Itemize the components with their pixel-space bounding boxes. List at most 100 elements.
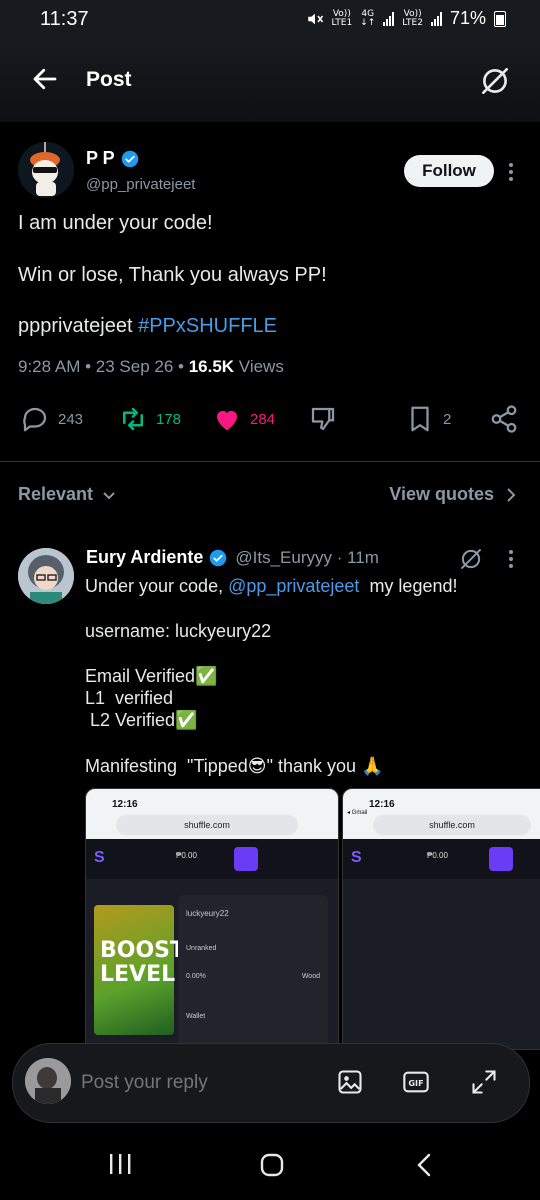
grok-icon[interactable]: [458, 546, 484, 572]
like-action[interactable]: 284: [212, 404, 275, 434]
url-bar: shuffle.com: [116, 815, 298, 835]
post-actions: 243 178 284 2: [0, 398, 540, 442]
author-name[interactable]: P P: [86, 148, 139, 169]
system-nav-bar: [0, 1126, 540, 1200]
post-text-line: Win or lose, Thank you always PP!: [18, 264, 327, 286]
back-icon[interactable]: [414, 1152, 434, 1178]
url-bar: shuffle.com: [373, 815, 531, 835]
divider: [0, 461, 540, 462]
bookmark-icon: [411, 406, 429, 432]
reply-composer[interactable]: GIF: [12, 1043, 530, 1123]
expand-icon[interactable]: [470, 1068, 498, 1096]
repost-count: 178: [156, 410, 182, 428]
mute-icon: [307, 13, 323, 24]
share-icon: [491, 405, 517, 433]
phone-time: 12:16: [369, 799, 395, 810]
post-timestamp: 9:28 AM • 23 Sep 26 •: [18, 357, 189, 376]
post-metadata: 9:28 AM • 23 Sep 26 • 16.5K Views: [18, 357, 284, 377]
reply-sort-row: Relevant View quotes: [0, 480, 540, 510]
sort-dropdown[interactable]: Relevant: [18, 484, 117, 505]
phone-time: 12:16: [112, 799, 138, 810]
promo-text: BOOST LEVEL: [100, 938, 186, 987]
reply-text-line: Email Verified✅: [85, 666, 218, 686]
status-time: 11:37: [40, 8, 89, 30]
views-count[interactable]: 16.5K: [189, 357, 234, 376]
repost-action[interactable]: 178: [118, 404, 181, 434]
follow-button[interactable]: Follow: [404, 155, 494, 187]
battery-icon: [494, 10, 506, 27]
more-options-icon[interactable]: [505, 548, 517, 570]
status-icons: Vo)) LTE1 4G ↓↑ Vo)) LTE2 71%: [306, 8, 506, 29]
status-bar: 11:37 Vo)) LTE1 4G ↓↑ Vo)) LTE2 71%: [0, 0, 540, 40]
panel-wallet: Wallet: [186, 1013, 206, 1020]
panel-username: luckyeury22: [186, 909, 229, 918]
reply-text-plain: Under your code,: [85, 576, 229, 596]
lte1-indicator: Vo)) LTE1: [331, 8, 353, 28]
wallet-icon: [234, 847, 258, 871]
lte2-indicator: Vo)) LTE2: [402, 8, 423, 28]
wallet-icon: [489, 847, 513, 871]
back-arrow-icon[interactable]: [30, 64, 60, 94]
post-text-plain: ppprivatejeet: [18, 315, 139, 337]
view-quotes-link[interactable]: View quotes: [389, 484, 518, 505]
author-handle[interactable]: @pp_privatejeet: [86, 176, 195, 193]
attached-image-1[interactable]: 12:16 shuffle.com S ₱0.00 BOOST LEVEL luc…: [85, 788, 339, 1050]
reply-text-plain: my legend!: [359, 576, 458, 596]
shuffle-app-bar: S ₱0.00: [86, 839, 338, 879]
reply-text-line: username: luckyeury22: [85, 621, 272, 641]
dislike-action[interactable]: [308, 404, 338, 434]
reply-author-avatar[interactable]: [18, 548, 74, 604]
image-icon[interactable]: [336, 1068, 364, 1096]
phone-browser-top: 12:16 shuffle.com: [86, 789, 338, 839]
signal2-icon: [430, 11, 442, 26]
reply-author[interactable]: Eury Ardiente @Its_Euryyy · 11m: [86, 547, 379, 568]
repost-icon: [123, 407, 143, 431]
sort-label: Relevant: [18, 484, 94, 504]
reply-icon: [23, 407, 47, 432]
profile-panel: luckyeury22 Unranked 0.00% Wood Wallet: [178, 895, 328, 1049]
reply-count: 243: [58, 410, 84, 428]
reply-author-name[interactable]: Eury Ardiente: [86, 547, 203, 568]
balance-display: ₱0.00: [176, 851, 197, 860]
signal1-icon: [383, 11, 395, 26]
current-user-avatar: [25, 1058, 71, 1104]
page-title: Post: [86, 68, 132, 91]
hashtag-link[interactable]: #PPxSHUFFLE: [138, 315, 277, 337]
top-app-bar: Post: [0, 40, 540, 122]
phone-back-app: ◂ Gmail: [347, 810, 368, 816]
like-count: 284: [250, 410, 276, 428]
shuffle-app-bar: S ₱0.00: [343, 839, 540, 879]
heart-filled-icon: [217, 410, 237, 431]
verified-badge-icon: [210, 549, 227, 566]
recent-apps-icon[interactable]: [108, 1152, 134, 1176]
thumbs-down-icon: [311, 407, 335, 431]
attached-image-2[interactable]: 12:16 ◂ Gmail shuffle.com S ₱0.00: [342, 788, 540, 1050]
shuffle-logo-icon: S: [351, 849, 362, 866]
verified-badge-icon: [121, 150, 138, 167]
reply-input[interactable]: [79, 1071, 303, 1095]
svg-text:GIF: GIF: [408, 1078, 423, 1088]
reply-text-line: L1 verified: [85, 688, 174, 708]
author-avatar[interactable]: [18, 142, 74, 198]
gif-icon[interactable]: GIF: [402, 1068, 430, 1096]
balance-display: ₱0.00: [427, 851, 448, 860]
mention-link[interactable]: @pp_privatejeet: [228, 576, 359, 596]
reply-text-line: Under your code, @pp_privatejeet my lege…: [85, 576, 458, 597]
reply-text-line: L2 Verified✅: [85, 710, 198, 730]
view-quotes-label: View quotes: [389, 484, 494, 504]
reply-handle-time[interactable]: @Its_Euryyy · 11m: [235, 548, 379, 568]
bookmark-count: 2: [443, 410, 452, 428]
share-action[interactable]: [489, 404, 519, 434]
chevron-down-icon: [103, 491, 115, 499]
battery-percent: 71%: [449, 8, 486, 28]
panel-rank: Unranked: [186, 945, 217, 952]
bookmark-action[interactable]: 2: [405, 404, 451, 434]
views-label: Views: [234, 357, 284, 376]
reply-action[interactable]: 243: [20, 404, 83, 434]
more-options-icon[interactable]: [505, 161, 517, 183]
home-icon[interactable]: [259, 1152, 285, 1178]
author-name-text[interactable]: P P: [86, 148, 115, 169]
reply-text-line: Manifesting "Tipped😎" thank you 🙏: [85, 756, 384, 776]
grok-icon[interactable]: [478, 64, 512, 98]
chevron-right-icon: [507, 487, 516, 502]
